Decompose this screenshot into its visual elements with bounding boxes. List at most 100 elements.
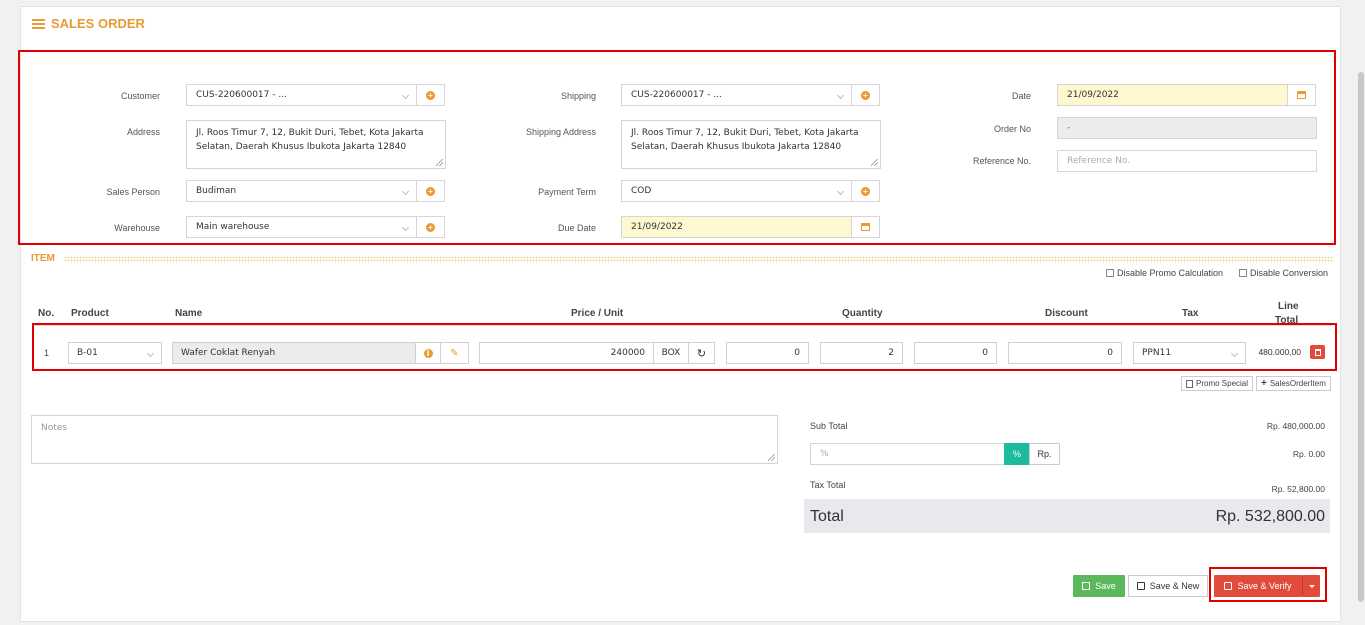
header-name: Name (175, 308, 203, 319)
sales-person-label: Sales Person (106, 187, 160, 197)
save-icon (1136, 582, 1145, 590)
total-value: Rp. 532,800.00 (1215, 508, 1325, 525)
header-line-total-1: Line (1278, 301, 1299, 312)
due-date-input[interactable]: 21/09/2022 (621, 216, 852, 238)
address-label: Address (126, 127, 160, 137)
info-icon: i (423, 348, 433, 358)
promo-special-button[interactable]: Promo Special (1181, 376, 1254, 391)
add-sales-person-button[interactable]: + (416, 180, 445, 202)
row-info-button[interactable]: i (415, 342, 441, 364)
date-calendar-button[interactable] (1287, 84, 1316, 106)
row-no: 1 (44, 348, 50, 358)
plus-circle-icon: + (426, 186, 435, 196)
chevron-down-icon (401, 223, 410, 232)
warehouse-select[interactable]: Main warehouse (186, 216, 417, 238)
chevron-down-icon (146, 349, 155, 358)
shipping-label: Shipping (560, 91, 596, 101)
header-tax: Tax (1182, 308, 1199, 319)
row-refresh-button[interactable]: ↻ (688, 342, 715, 364)
plus-circle-icon: + (426, 222, 435, 232)
chevron-down-icon (836, 187, 845, 196)
list-icon (32, 18, 45, 29)
plus-circle-icon: + (861, 186, 870, 196)
edit-icon: ✎ (450, 347, 459, 359)
shipping-address-textarea[interactable]: Jl. Roos Timur 7, 12, Bukit Duri, Tebet,… (621, 120, 881, 169)
disable-conversion-checkbox[interactable]: Disable Conversion (1239, 268, 1328, 278)
sub-total-label: Sub Total (810, 421, 848, 431)
shipping-select[interactable]: CUS-220600017 - ... (621, 84, 852, 106)
add-customer-button[interactable]: + (416, 84, 445, 106)
row-delete-button[interactable] (1310, 345, 1325, 359)
row-price-input[interactable]: 240000 (479, 342, 654, 364)
tax-total-label: Tax Total (810, 480, 846, 490)
resize-grip-icon[interactable] (871, 159, 878, 166)
discount-percent-button[interactable]: % (1004, 443, 1030, 465)
scrollbar-thumb[interactable] (1358, 72, 1364, 602)
plus-icon: + (1261, 378, 1267, 389)
calculator-icon (1186, 379, 1193, 388)
chevron-down-icon (836, 91, 845, 100)
total-label: Total (810, 508, 844, 525)
row-disc-a-input[interactable]: 0 (914, 342, 997, 364)
add-shipping-button[interactable]: + (851, 84, 880, 106)
item-section-title: ITEM (31, 253, 55, 264)
row-qty-b-input[interactable]: 2 (820, 342, 903, 364)
row-disc-b-input[interactable]: 0 (1008, 342, 1122, 364)
save-icon (1082, 582, 1091, 590)
shipping-address-label: Shipping Address (525, 127, 596, 137)
discount-input[interactable]: % (810, 443, 1005, 465)
calendar-icon (861, 223, 870, 231)
header-no: No. (38, 308, 55, 319)
chevron-down-icon (401, 187, 410, 196)
reference-input[interactable]: Reference No. (1057, 150, 1317, 172)
date-input[interactable]: 21/09/2022 (1057, 84, 1288, 106)
row-unit-label[interactable]: BOX (653, 342, 689, 364)
calendar-icon (1297, 91, 1306, 99)
row-product-select[interactable]: B-01 (68, 342, 162, 364)
sales-person-select[interactable]: Budiman (186, 180, 417, 202)
row-tax-select[interactable]: PPN11 (1133, 342, 1246, 364)
refresh-icon: ↻ (696, 346, 707, 360)
save-verify-button[interactable]: Save & Verify (1214, 575, 1302, 597)
save-new-button[interactable]: Save & New (1128, 575, 1208, 597)
header-price-unit: Price / Unit (571, 308, 624, 319)
due-date-label: Due Date (557, 223, 596, 233)
discount-value: Rp. 0.00 (1292, 449, 1325, 459)
row-edit-button[interactable]: ✎ (440, 342, 469, 364)
customer-select[interactable]: CUS-220600017 - ... (186, 84, 417, 106)
plus-circle-icon: + (861, 90, 870, 100)
row-name-field: Wafer Coklat Renyah (172, 342, 416, 364)
save-verify-dropdown-button[interactable] (1302, 575, 1320, 597)
discount-rp-button[interactable]: Rp. (1029, 443, 1060, 465)
order-no-label: Order No (993, 124, 1031, 134)
header-product: Product (71, 308, 109, 319)
tax-total-value: Rp. 52,800.00 (1271, 484, 1325, 494)
payment-term-label: Payment Term (538, 187, 596, 197)
chevron-down-icon (1230, 349, 1239, 358)
sub-total-value: Rp. 480,000.00 (1266, 421, 1325, 431)
chevron-down-icon (401, 91, 410, 100)
checkbox-icon (1239, 269, 1247, 277)
date-label: Date (1011, 91, 1031, 101)
trash-icon (1314, 348, 1321, 356)
warehouse-label: Warehouse (114, 223, 160, 233)
customer-label: Customer (120, 91, 160, 101)
due-date-calendar-button[interactable] (851, 216, 880, 238)
save-icon (1224, 582, 1233, 590)
disable-promo-checkbox[interactable]: Disable Promo Calculation (1106, 268, 1223, 278)
page-title: SALES ORDER (32, 16, 145, 31)
notes-textarea[interactable]: Notes (31, 415, 778, 464)
add-warehouse-button[interactable]: + (416, 216, 445, 238)
add-sales-order-item-button[interactable]: + SalesOrderItem (1256, 376, 1331, 391)
section-divider (64, 256, 1334, 262)
resize-grip-icon[interactable] (768, 454, 775, 461)
header-discount: Discount (1045, 308, 1088, 319)
address-textarea[interactable]: Jl. Roos Timur 7, 12, Bukit Duri, Tebet,… (186, 120, 446, 169)
row-line-total: 480.000,00 (1258, 347, 1301, 357)
row-qty-a-input[interactable]: 0 (726, 342, 809, 364)
add-payment-term-button[interactable]: + (851, 180, 880, 202)
payment-term-select[interactable]: COD (621, 180, 852, 202)
header-quantity: Quantity (842, 308, 883, 319)
save-button[interactable]: Save (1073, 575, 1125, 597)
resize-grip-icon[interactable] (436, 159, 443, 166)
